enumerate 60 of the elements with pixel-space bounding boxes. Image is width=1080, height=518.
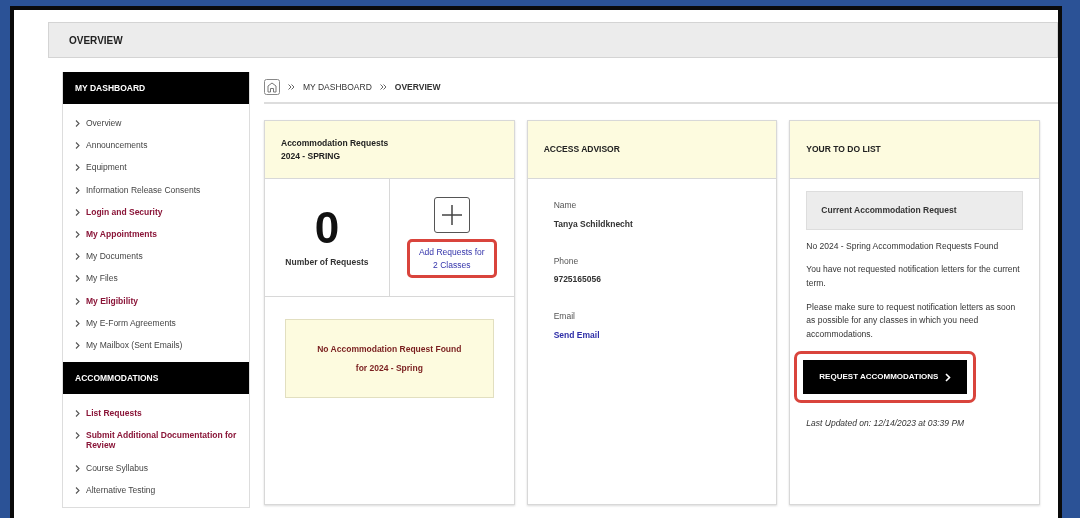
separator-icon: [288, 84, 295, 90]
sidebar-link[interactable]: My Eligibility: [86, 295, 138, 306]
sidebar-link[interactable]: My Documents: [86, 251, 143, 262]
sidebar-link[interactable]: My Appointments: [86, 228, 157, 240]
sidebar-heading: MY DASHBOARD: [63, 72, 249, 104]
chevron-icon: [75, 410, 80, 418]
sidebar-link[interactable]: My E-Form Agreements: [86, 317, 176, 328]
notice-message: No Accommodation Request Found for 2024 - Spring: [285, 319, 494, 399]
sidebar-link[interactable]: My Files: [86, 273, 118, 284]
sidebar-link[interactable]: Equipment: [86, 162, 127, 173]
field-label: Email: [553, 310, 576, 323]
message-text: Please make sure to request notification letters as soon as possible for any classes in which you need accommodations.: [806, 300, 1017, 341]
sidebar-link[interactable]: Login and Security: [86, 206, 163, 217]
request-accommodations-button[interactable]: REQUEST ACCOMMODATIONS: [803, 360, 968, 395]
email-link[interactable]: Send Email: [553, 329, 600, 340]
field-value: 9725165056: [553, 273, 602, 286]
sidebar-link[interactable]: List Requests: [86, 408, 142, 419]
request-count: 0: [314, 206, 340, 251]
sidebar-link[interactable]: My Mailbox (Sent Emails): [86, 339, 183, 351]
chevron-icon: [75, 486, 80, 494]
chevron-icon: [945, 372, 952, 382]
home-icon[interactable]: [264, 79, 280, 95]
add-requests-link[interactable]: Add Requests for 2 Classes: [406, 238, 497, 279]
chevron-icon: [75, 164, 80, 172]
card-title: Accommodation Requests: [281, 136, 390, 150]
plus-icon: [440, 203, 463, 226]
last-updated-text: Last Updated on: 12/14/2023 at 03:39 PM: [806, 417, 966, 431]
chevron-icon: [75, 186, 80, 194]
chevron-icon: [75, 341, 80, 349]
sidebar-heading: ACCOMMODATIONS: [63, 362, 249, 395]
chevron-icon: [75, 142, 80, 150]
chevron-icon: [75, 432, 80, 440]
sidebar-link[interactable]: Information Release Consents: [86, 184, 201, 195]
message-text: You have not requested notification letters for the current term.: [806, 263, 1021, 290]
separator-icon: [379, 84, 387, 90]
card-title: ACCESS ADVISOR: [543, 143, 621, 156]
chevron-icon: [75, 208, 80, 216]
field-label: Phone: [553, 254, 580, 268]
sidebar-link[interactable]: Course Syllabus: [86, 462, 148, 473]
sidebar-link[interactable]: Announcements: [86, 140, 148, 151]
breadcrumb-link[interactable]: MY DASHBOARD: [303, 80, 372, 94]
section-heading: Current Accommodation Request: [806, 191, 1023, 230]
chevron-icon: [75, 464, 80, 472]
card-subtitle: 2024 - SPRING: [281, 149, 342, 163]
message-text: No 2024 - Spring Accommodation Requests Found: [806, 239, 1000, 253]
chevron-icon: [75, 253, 80, 261]
chevron-icon: [75, 120, 80, 127]
sidebar-link[interactable]: Alternative Testing: [86, 484, 156, 495]
count-label: Number of Requests: [285, 256, 369, 269]
chevron-icon: [75, 319, 80, 327]
card-title: YOUR TO DO LIST: [806, 143, 882, 156]
page-title: OVERVIEW: [69, 33, 123, 48]
chevron-icon: [75, 297, 80, 305]
chevron-icon: [75, 230, 80, 238]
sidebar-link[interactable]: Overview: [86, 118, 122, 129]
sidebar-link[interactable]: Submit Additional Documentation for Review: [86, 430, 249, 451]
field-label: Name: [553, 199, 578, 212]
chevron-icon: [75, 275, 80, 283]
field-value: Tanya Schildknecht: [553, 217, 634, 231]
add-button[interactable]: [433, 196, 470, 233]
